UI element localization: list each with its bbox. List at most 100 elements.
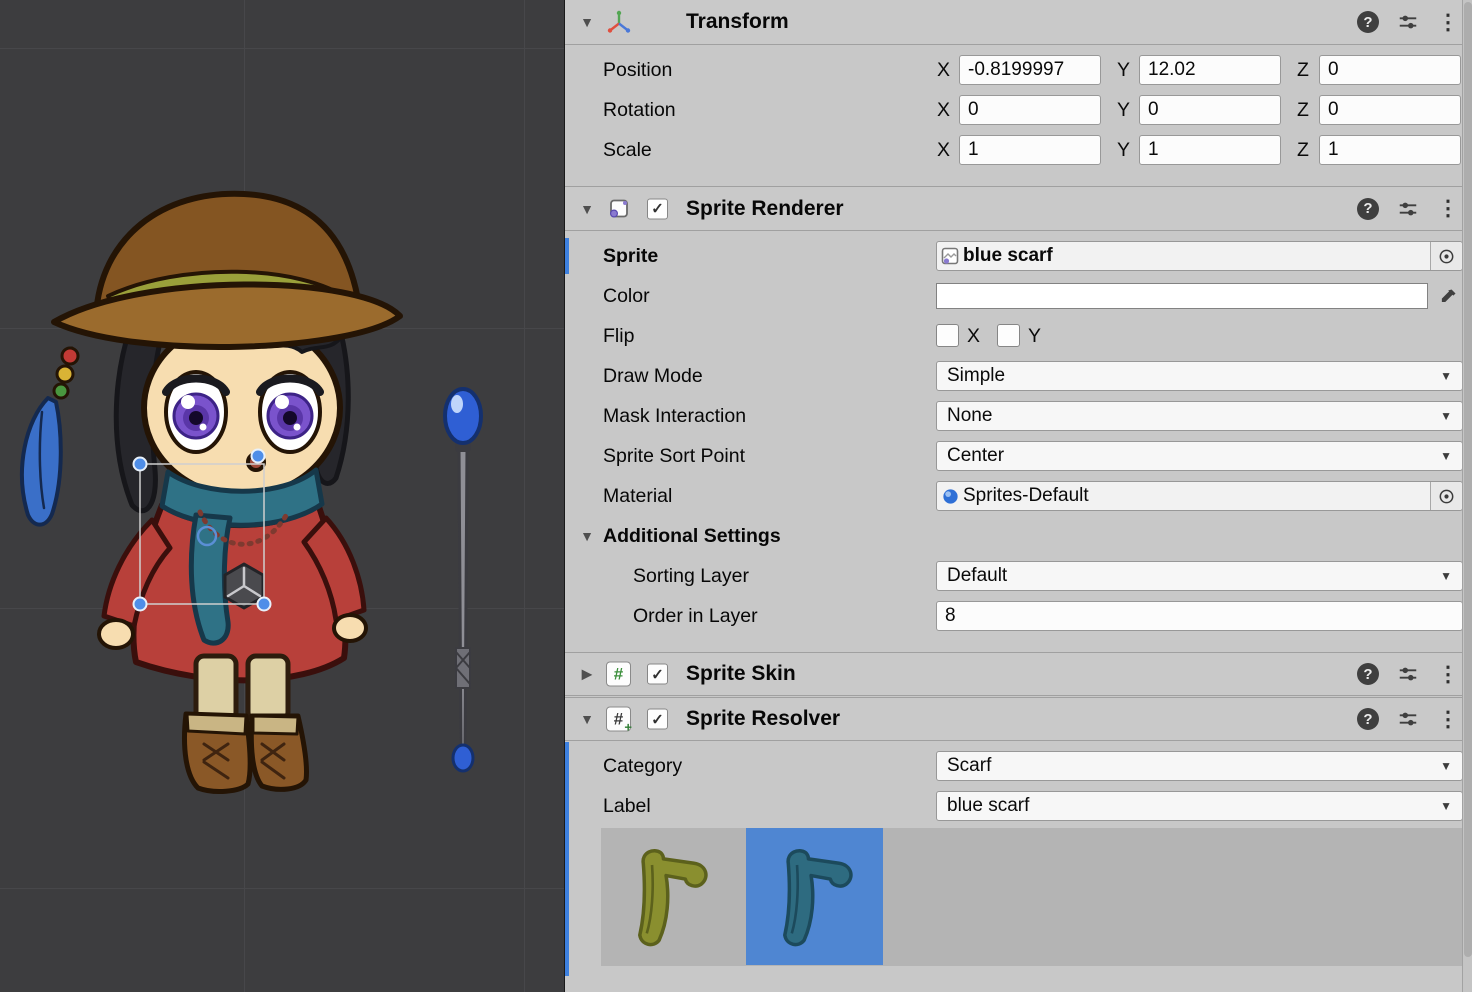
help-button[interactable]: ? <box>1354 195 1382 223</box>
enabled-checkbox[interactable]: ✓ <box>647 709 668 730</box>
sprite-sort-point-dropdown[interactable]: Center ▼ <box>936 441 1463 471</box>
sprite-resolver-header[interactable]: ▼ #+ ✓ Sprite Resolver ? ⋮ <box>565 697 1463 741</box>
sorting-layer-dropdown[interactable]: Default ▼ <box>936 561 1463 591</box>
eyedropper-icon <box>1439 287 1458 306</box>
label-label: Label <box>603 791 651 821</box>
help-icon: ? <box>1357 198 1379 220</box>
foldout-closed-icon[interactable]: ▶ <box>577 666 597 683</box>
foldout-open-icon[interactable]: ▼ <box>577 201 597 217</box>
presets-button[interactable] <box>1394 8 1422 36</box>
more-menu-button[interactable]: ⋮ <box>1434 705 1462 733</box>
position-label: Position <box>603 55 672 85</box>
position-row: Position X Y Z <box>565 55 1463 85</box>
material-object-field[interactable]: Sprites-Default <box>936 481 1463 511</box>
scale-row: Scale X Y Z <box>565 135 1463 165</box>
more-menu-button[interactable]: ⋮ <box>1434 8 1462 36</box>
check-icon: ✓ <box>651 665 664 683</box>
sprite-label: Sprite <box>603 241 658 271</box>
mask-interaction-dropdown[interactable]: None ▼ <box>936 401 1463 431</box>
object-picker-button[interactable] <box>1430 482 1462 510</box>
foldout-open-icon[interactable]: ▼ <box>577 521 597 551</box>
scene-view[interactable] <box>0 0 564 992</box>
selection-handle[interactable] <box>134 458 147 471</box>
presets-button[interactable] <box>1394 660 1422 688</box>
rotation-x-field[interactable] <box>959 95 1101 125</box>
sprite-renderer-header[interactable]: ▼ ✓ Sprite Renderer ? ⋮ <box>565 186 1463 231</box>
order-in-layer-row: Order in Layer <box>565 601 1463 631</box>
z-axis-label: Z <box>1297 135 1309 165</box>
mask-interaction-value: None <box>947 405 1432 427</box>
blue-scarf-thumbnail[interactable] <box>746 828 883 965</box>
category-dropdown[interactable]: Scarf ▼ <box>936 751 1463 781</box>
flip-x-label: X <box>967 321 980 351</box>
foldout-open-icon[interactable]: ▼ <box>577 14 597 30</box>
color-row: Color <box>565 281 1463 311</box>
color-swatch[interactable] <box>936 283 1428 309</box>
order-in-layer-label: Order in Layer <box>633 601 758 631</box>
position-y-field[interactable] <box>1139 55 1281 85</box>
position-z-field[interactable] <box>1319 55 1461 85</box>
sprite-skin-header[interactable]: ▶ # ✓ Sprite Skin ? ⋮ <box>565 652 1463 696</box>
position-x-field[interactable] <box>959 55 1101 85</box>
sprite-object-field[interactable]: blue scarf <box>936 241 1463 271</box>
selection-handle[interactable] <box>252 450 265 463</box>
selection-handle[interactable] <box>134 598 147 611</box>
label-dropdown[interactable]: blue scarf ▼ <box>936 791 1463 821</box>
help-button[interactable]: ? <box>1354 660 1382 688</box>
mask-interaction-label: Mask Interaction <box>603 401 746 431</box>
category-row: Category Scarf ▼ <box>565 751 1463 781</box>
scale-x-field[interactable] <box>959 135 1101 165</box>
help-button[interactable]: ? <box>1354 705 1382 733</box>
rotation-y-field[interactable] <box>1139 95 1281 125</box>
object-picker-icon <box>1437 247 1456 266</box>
sorting-layer-label: Sorting Layer <box>633 561 749 591</box>
help-button[interactable]: ? <box>1354 8 1382 36</box>
presets-button[interactable] <box>1394 195 1422 223</box>
draw-mode-label: Draw Mode <box>603 361 703 391</box>
scale-z-field[interactable] <box>1319 135 1461 165</box>
sprite-skin-icon: # <box>605 661 632 688</box>
scrollbar-thumb[interactable] <box>1464 2 1472 957</box>
scale-y-field[interactable] <box>1139 135 1281 165</box>
chevron-down-icon: ▼ <box>1440 799 1452 813</box>
inspector-scrollbar[interactable] <box>1462 0 1472 992</box>
draw-mode-row: Draw Mode Simple ▼ <box>565 361 1463 391</box>
sprite-row: Sprite blue scarf <box>565 241 1463 271</box>
rotation-z-field[interactable] <box>1319 95 1461 125</box>
more-menu-button[interactable]: ⋮ <box>1434 195 1462 223</box>
transform-icon <box>605 9 632 36</box>
chevron-down-icon: ▼ <box>1440 449 1452 463</box>
check-icon: ✓ <box>651 710 664 728</box>
enabled-checkbox[interactable]: ✓ <box>647 198 668 219</box>
z-axis-label: Z <box>1297 95 1309 125</box>
x-axis-label: X <box>937 55 950 85</box>
chevron-down-icon: ▼ <box>1440 369 1452 383</box>
object-picker-icon <box>1437 487 1456 506</box>
selection-handle[interactable] <box>258 598 271 611</box>
green-scarf-thumbnail[interactable] <box>601 828 738 965</box>
z-axis-label: Z <box>1297 55 1309 85</box>
eyedropper-button[interactable] <box>1433 282 1463 310</box>
kebab-icon: ⋮ <box>1438 196 1459 221</box>
sorting-layer-value: Default <box>947 565 1432 587</box>
staff-sprite[interactable] <box>445 389 481 771</box>
object-picker-button[interactable] <box>1430 242 1462 270</box>
material-object-name: Sprites-Default <box>963 485 1430 507</box>
presets-icon <box>1397 708 1419 730</box>
presets-icon <box>1397 663 1419 685</box>
flip-y-checkbox[interactable] <box>997 324 1020 347</box>
order-in-layer-field[interactable] <box>936 601 1463 631</box>
foldout-open-icon[interactable]: ▼ <box>577 711 597 727</box>
flip-x-checkbox[interactable] <box>936 324 959 347</box>
presets-button[interactable] <box>1394 705 1422 733</box>
sprite-thumbnail-strip <box>601 828 1463 966</box>
rotation-label: Rotation <box>603 95 676 125</box>
enabled-checkbox[interactable]: ✓ <box>647 664 668 685</box>
sprite-sort-point-value: Center <box>947 445 1432 467</box>
additional-settings-row[interactable]: ▼ Additional Settings <box>565 521 1463 551</box>
transform-header[interactable]: ▼ Transform ? ⋮ <box>565 0 1463 45</box>
character-sprite[interactable] <box>22 194 400 792</box>
draw-mode-dropdown[interactable]: Simple ▼ <box>936 361 1463 391</box>
rotation-row: Rotation X Y Z <box>565 95 1463 125</box>
more-menu-button[interactable]: ⋮ <box>1434 660 1462 688</box>
